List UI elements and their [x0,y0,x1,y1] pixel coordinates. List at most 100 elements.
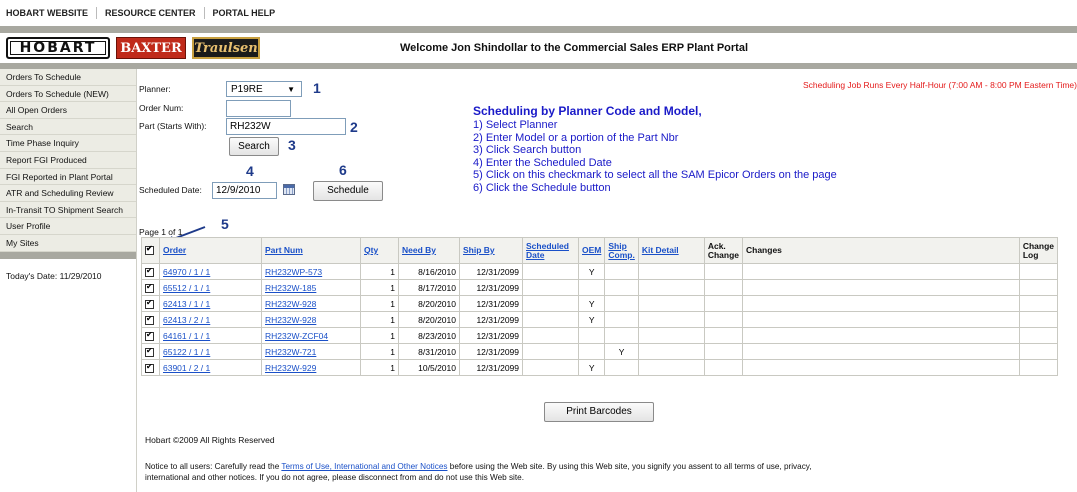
order-link[interactable]: 65512 / 1 / 1 [163,283,210,293]
part-num-link[interactable]: RH232W-928 [265,299,316,309]
part-num-link[interactable]: RH232W-185 [265,283,316,293]
order-link[interactable]: 64161 / 1 / 1 [163,331,210,341]
order-link[interactable]: 63901 / 2 / 1 [163,363,210,373]
part-num-link[interactable]: RH232W-ZCF04 [265,331,328,341]
part-num-link-cell: RH232W-ZCF04 [261,327,361,344]
sort-kit-detail-link[interactable]: Kit Detail [642,245,679,255]
row-select-cell [141,343,160,360]
row-checkbox[interactable] [145,266,154,277]
order-link-cell: 64970 / 1 / 1 [159,263,262,280]
sidebar-item-time-phase-inquiry[interactable]: Time Phase Inquiry [0,135,136,152]
ship-by-cell: 12/31/2099 [459,311,523,328]
scheduled-date-cell [522,295,579,312]
order-num-input[interactable] [226,100,291,117]
callout-4: 4 [246,163,254,179]
changes-cell [742,327,1020,344]
row-checkbox[interactable] [145,282,154,293]
order-link[interactable]: 64970 / 1 / 1 [163,267,210,277]
sidebar-item-user-profile[interactable]: User Profile [0,218,136,235]
changes-cell [742,263,1020,280]
col-need-by: Need By [398,237,460,264]
sort-part-num-link[interactable]: Part Num [265,245,303,255]
need-by-cell: 8/16/2010 [398,263,460,280]
sort-qty-link[interactable]: Qty [364,245,378,255]
sidebar-item-fgi-reported[interactable]: FGI Reported in Plant Portal [0,169,136,186]
ack-change-cell [703,311,744,328]
orders-table: Order Part Num Qty Need By Ship By Sched… [141,237,1059,376]
sidebar-item-search[interactable]: Search [0,119,136,136]
sort-oem-link[interactable]: OEM [582,245,601,255]
part-input[interactable]: RH232W [226,118,346,135]
row-checkbox[interactable] [145,330,154,341]
sort-order-link[interactable]: Order [163,245,186,255]
select-all-cell [141,237,160,264]
baxter-logo[interactable]: BAXTER [116,37,186,59]
part-num-link[interactable]: RH232W-721 [265,347,316,357]
scheduled-date-input[interactable]: 12/9/2010 [212,182,277,199]
sidebar-item-orders-to-schedule[interactable]: Orders To Schedule [0,69,136,86]
part-num-link-cell: RH232W-928 [261,295,361,312]
search-button[interactable]: Search [229,137,279,156]
oem-cell [577,279,606,296]
need-by-cell: 8/17/2010 [398,279,460,296]
order-link[interactable]: 62413 / 2 / 1 [163,315,210,325]
order-link[interactable]: 62413 / 1 / 1 [163,299,210,309]
print-barcodes-button[interactable]: Print Barcodes [544,402,654,422]
row-checkbox[interactable] [145,314,154,325]
ack-change-cell [703,279,744,296]
row-select-cell [141,359,160,376]
change-log-cell [1018,295,1059,312]
need-by-cell: 10/5/2010 [398,359,460,376]
ship-by-cell: 12/31/2099 [459,263,523,280]
row-select-cell [141,311,160,328]
change-log-cell [1018,343,1059,360]
order-link-cell: 62413 / 2 / 1 [159,311,262,328]
schedule-button[interactable]: Schedule [313,181,383,201]
sidebar-item-my-sites[interactable]: My Sites [0,235,136,252]
row-checkbox[interactable] [145,362,154,373]
sort-ship-by-link[interactable]: Ship By [463,245,495,255]
sort-ship-comp-link[interactable]: Ship Comp. [608,241,634,260]
row-checkbox[interactable] [145,298,154,309]
terms-link[interactable]: Terms of Use, International and Other No… [281,462,447,471]
sidebar-item-in-transit-search[interactable]: In-Transit TO Shipment Search [0,202,136,219]
nav-resource-center[interactable]: RESOURCE CENTER [105,7,205,19]
ship-comp-cell [604,263,639,280]
part-num-link[interactable]: RH232W-929 [265,363,316,373]
row-select-cell [141,295,160,312]
page-indicator: Page 1 of 1 [139,227,183,237]
calendar-icon[interactable] [283,184,295,195]
table-body: 64970 / 1 / 1RH232WP-57318/16/201012/31/… [141,263,1059,376]
instruction-step: 1) Select Planner [473,119,558,131]
traulsen-logo[interactable]: Traulsen [192,37,260,59]
ship-by-cell: 12/31/2099 [459,359,523,376]
sidebar-item-all-open-orders[interactable]: All Open Orders [0,102,136,119]
nav-hobart-website[interactable]: HOBART WEBSITE [6,7,97,19]
part-num-link[interactable]: RH232W-928 [265,315,316,325]
sort-need-by-link[interactable]: Need By [402,245,436,255]
order-link-cell: 62413 / 1 / 1 [159,295,262,312]
nav-portal-help[interactable]: PORTAL HELP [213,7,284,19]
sort-scheduled-date-link[interactable]: Scheduled Date [526,241,569,260]
sidebar-item-orders-to-schedule-new[interactable]: Orders To Schedule (NEW) [0,86,136,103]
select-all-checkbox[interactable] [145,244,154,256]
order-link[interactable]: 65122 / 1 / 1 [163,347,210,357]
qty-cell: 1 [360,263,399,280]
col-scheduled-date: Scheduled Date [522,237,579,264]
part-num-link[interactable]: RH232WP-573 [265,267,322,277]
planner-select[interactable]: P19RE ▼ [226,81,302,97]
sidebar-item-report-fgi-produced[interactable]: Report FGI Produced [0,152,136,169]
col-ship-by: Ship By [459,237,523,264]
change-log-cell [1018,359,1059,376]
hobart-logo[interactable]: HOBART [6,37,110,59]
part-num-link-cell: RH232W-185 [261,279,361,296]
legal-notice: Notice to all users: Carefully read the … [145,461,845,483]
qty-cell: 1 [360,295,399,312]
instruction-step: 5) Click on this checkmark to select all… [473,169,837,181]
scheduled-date-cell [522,343,579,360]
ack-change-cell [703,263,744,280]
scheduled-date-cell [522,327,579,344]
col-change-log: Change Log [1018,237,1059,264]
row-checkbox[interactable] [145,346,154,357]
sidebar-item-atr-scheduling-review[interactable]: ATR and Scheduling Review [0,185,136,202]
